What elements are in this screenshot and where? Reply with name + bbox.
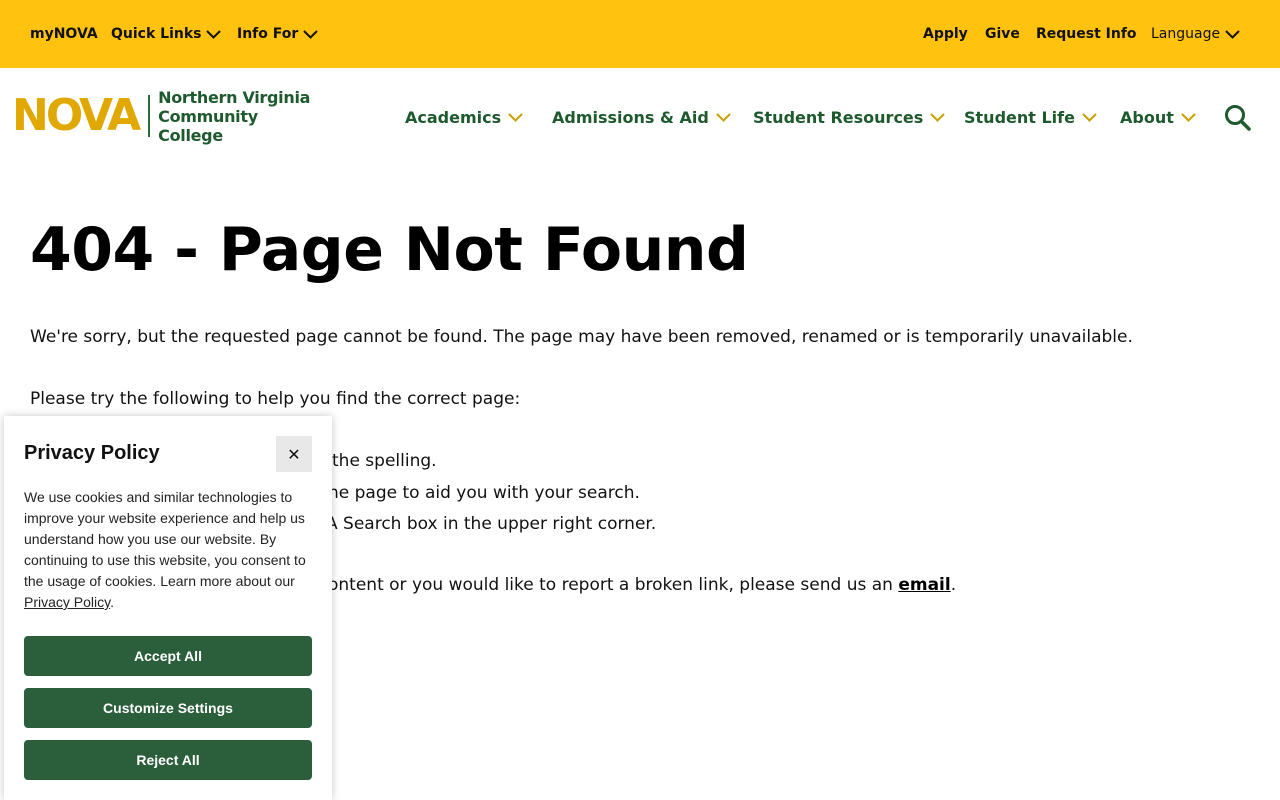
quick-links-menu[interactable]: Quick Links [111, 0, 222, 68]
dialog-body-end: . [110, 594, 114, 610]
mynova-link[interactable]: myNOVA [30, 0, 98, 68]
info-for-label: Info For [237, 26, 299, 42]
chevron-down-icon [206, 29, 222, 39]
page-title: 404 - Page Not Found [30, 215, 749, 285]
nav-academics[interactable]: Academics [405, 68, 523, 166]
email-link[interactable]: email [898, 575, 950, 595]
language-label: Language [1151, 26, 1221, 42]
report-text: ontent or you would like to report a bro… [328, 575, 899, 595]
report-end: . [950, 575, 957, 595]
chevron-down-icon [508, 112, 523, 122]
apply-link[interactable]: Apply [923, 0, 968, 68]
utility-bar: myNOVA Quick Links Info For Apply Give R… [0, 0, 1280, 68]
logo-line-2: Community College [158, 106, 258, 145]
logo-mark: NOVA [12, 90, 141, 141]
search-icon [1225, 105, 1251, 131]
close-icon: ✕ [287, 444, 301, 464]
chevron-down-icon [930, 112, 946, 122]
apply-label: Apply [923, 26, 968, 42]
nav-academics-label: Academics [405, 107, 502, 127]
nav-admissions-aid[interactable]: Admissions & Aid [552, 68, 731, 166]
nav-student-life-label: Student Life [964, 107, 1075, 127]
nav-admissions-label: Admissions & Aid [552, 107, 709, 127]
chevron-down-icon [716, 112, 731, 122]
nav-about-label: About [1120, 107, 1174, 127]
give-label: Give [985, 26, 1020, 42]
give-link[interactable]: Give [985, 0, 1020, 68]
chevron-down-icon [1225, 29, 1240, 39]
nova-logo[interactable]: NOVA Northern Virginia Community College [12, 88, 324, 145]
instructions-paragraph: Please try the following to help you fin… [30, 389, 521, 409]
accept-all-button[interactable]: Accept All [24, 636, 312, 676]
nav-about[interactable]: About [1120, 68, 1196, 166]
main-header: NOVA Northern Virginia Community College… [0, 68, 1280, 166]
dialog-title: Privacy Policy [24, 442, 160, 464]
nav-student-life[interactable]: Student Life [964, 68, 1097, 166]
nav-student-resources[interactable]: Student Resources [753, 68, 946, 166]
privacy-policy-link[interactable]: Privacy Policy [24, 594, 110, 610]
request-info-link[interactable]: Request Info [1036, 0, 1137, 68]
logo-line-1: Northern Virginia [158, 87, 311, 107]
logo-divider [148, 95, 151, 137]
logo-text: Northern Virginia Community College [158, 88, 324, 145]
dialog-body-text: We use cookies and similar technologies … [24, 489, 306, 589]
report-paragraph: ontent or you would like to report a bro… [328, 573, 956, 597]
language-menu[interactable]: Language [1151, 0, 1240, 68]
search-button[interactable] [1222, 102, 1254, 134]
info-for-menu[interactable]: Info For [237, 0, 318, 68]
quick-links-label: Quick Links [111, 26, 202, 42]
privacy-policy-dialog: Privacy Policy ✕ We use cookies and simi… [4, 416, 332, 800]
chevron-down-icon [303, 29, 318, 39]
request-info-label: Request Info [1036, 26, 1137, 42]
list-item: the spelling. [332, 451, 437, 471]
reject-all-button[interactable]: Reject All [24, 740, 312, 780]
customize-settings-button[interactable]: Customize Settings [24, 688, 312, 728]
chevron-down-icon [1181, 112, 1196, 122]
list-item: he page to aid you with your search. [328, 483, 640, 503]
nav-student-resources-label: Student Resources [753, 107, 924, 127]
close-button[interactable]: ✕ [276, 436, 312, 472]
list-item: A Search box in the upper right corner. [326, 514, 657, 534]
intro-paragraph: We're sorry, but the requested page cann… [30, 327, 1133, 347]
dialog-body: We use cookies and similar technologies … [24, 487, 314, 613]
chevron-down-icon [1082, 112, 1097, 122]
mynova-label: myNOVA [30, 26, 98, 42]
main-content: 404 - Page Not Found We're sorry, but th… [30, 205, 1250, 595]
